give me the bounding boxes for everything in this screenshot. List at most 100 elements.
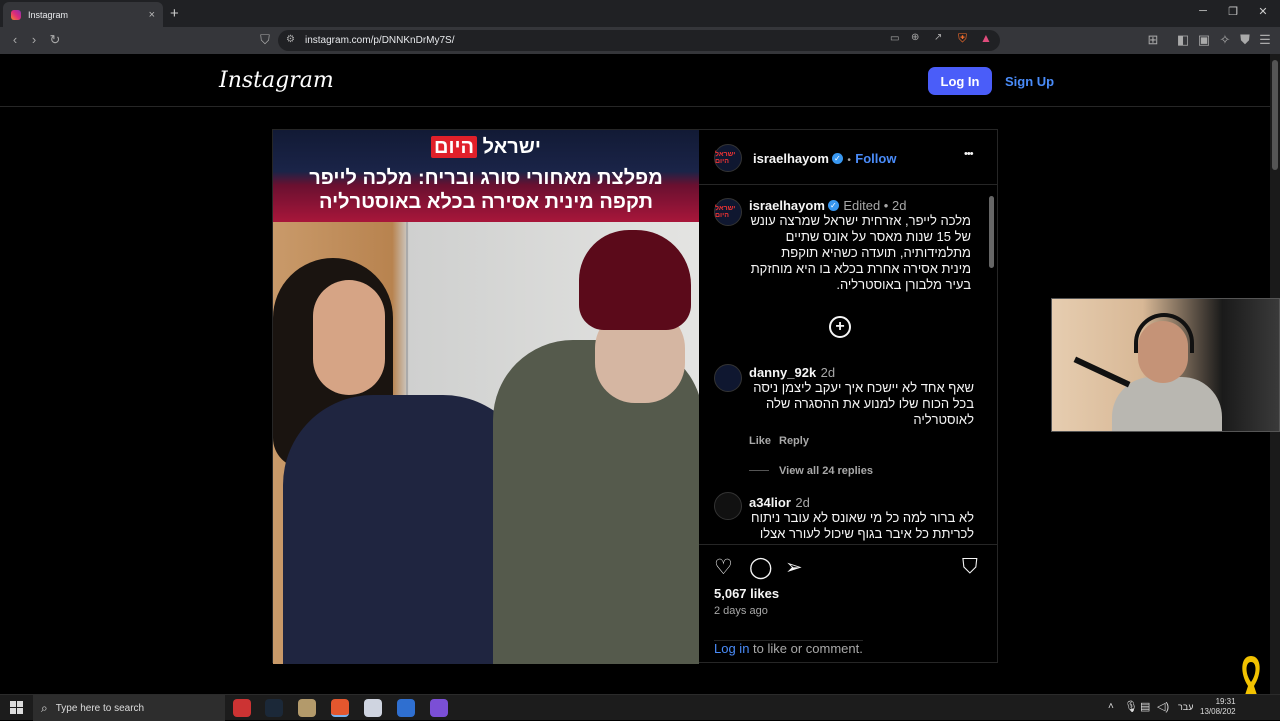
browser-tab-bar: Instagram × + ─ ❐ ✕ bbox=[0, 0, 1280, 27]
caption-meta: Edited • 2d bbox=[843, 198, 907, 213]
zoom-icon[interactable]: ⊕ bbox=[911, 32, 919, 43]
woman-hat bbox=[579, 230, 691, 330]
windows-taskbar: ⌕ Type here to search ˄ 🎙 ▤ ◁) עבר 19:31… bbox=[0, 694, 1280, 721]
comment-age: 2d bbox=[820, 365, 836, 380]
post-header: ישראל היום israelhayom ✓ • Follow ••• bbox=[699, 130, 998, 185]
reply-link[interactable]: Reply bbox=[779, 435, 809, 447]
share-paper-plane-icon[interactable]: ➢ bbox=[785, 555, 803, 580]
clock-time: 19:31 bbox=[1215, 697, 1236, 706]
like-heart-icon[interactable]: ♡ bbox=[714, 555, 733, 580]
headline-line-2: תקפה מינית אסירה בכלא באוסטרליה bbox=[319, 191, 653, 213]
back-icon[interactable]: ‹ bbox=[6, 32, 24, 47]
brand-highlight: היום bbox=[431, 136, 478, 158]
login-prompt-text: to like or comment. bbox=[749, 641, 863, 656]
post-card: ישראל היום מפלצת מאחורי סורג ובריח: מלכה… bbox=[272, 129, 998, 664]
brand-prefix: ישראל bbox=[482, 136, 541, 158]
follow-button[interactable]: Follow bbox=[855, 151, 896, 166]
image-headline: מפלצת מאחורי סורג ובריח: מלכה לייפר תקפה… bbox=[273, 166, 699, 214]
signup-link[interactable]: Sign Up bbox=[1005, 74, 1054, 89]
tab-close-icon[interactable]: × bbox=[149, 9, 155, 21]
webcam-overlay bbox=[1051, 298, 1280, 432]
share-icon[interactable]: ↗ bbox=[934, 32, 942, 43]
search-placeholder: Type here to search bbox=[55, 702, 145, 714]
site-info-icon[interactable]: ⚙ bbox=[286, 34, 295, 45]
headline-line-1: מפלצת מאחורי סורג ובריח: מלכה לייפר bbox=[309, 167, 663, 189]
comment-username[interactable]: a34lior bbox=[749, 495, 791, 510]
load-more-comments-icon[interactable]: + bbox=[829, 316, 851, 338]
network-tray-icon[interactable]: ▤ bbox=[1140, 700, 1150, 713]
tray-chevron-icon[interactable]: ˄ bbox=[1108, 701, 1114, 712]
more-options-icon[interactable]: ••• bbox=[964, 148, 974, 160]
comments-list[interactable]: ישראל היום israelhayom ✓ Edited • 2d מלכה… bbox=[699, 186, 998, 543]
save-bookmark-icon[interactable]: ⛉ bbox=[962, 555, 978, 579]
caption-username[interactable]: israelhayom bbox=[749, 198, 825, 213]
comment-avatar[interactable] bbox=[714, 492, 742, 520]
vpn-icon[interactable]: ⛊ bbox=[1236, 32, 1254, 48]
taskbar-clock[interactable]: 19:31 13/08/202 bbox=[1200, 697, 1236, 717]
taskbar-app-c-icon[interactable] bbox=[397, 699, 415, 717]
brave-shield-icon[interactable]: ⛨ bbox=[958, 31, 967, 46]
sidebar-icon[interactable]: ◧ bbox=[1174, 32, 1192, 48]
comment-bubble-icon[interactable]: ◯ bbox=[749, 555, 773, 580]
cast-icon[interactable]: ▭ bbox=[890, 33, 899, 44]
bookmark-icon[interactable]: ⛉ bbox=[256, 32, 274, 48]
comment-2-text: לא ברור למה כל מי שאונס לא עובר ניתוח לכ… bbox=[751, 510, 974, 541]
volume-tray-icon[interactable]: ◁) bbox=[1157, 700, 1169, 713]
input-language[interactable]: עבר bbox=[1178, 702, 1193, 712]
comment-age: 2d bbox=[795, 495, 810, 510]
instagram-header: Instagram Log In Sign Up bbox=[0, 54, 1270, 107]
tab-search-icon[interactable]: ⊞ bbox=[1144, 32, 1162, 48]
likes-count[interactable]: 5,067 likes bbox=[714, 586, 779, 601]
taskbar-app-steam-icon[interactable] bbox=[265, 699, 283, 717]
search-icon: ⌕ bbox=[41, 700, 48, 715]
taskbar-app-brave-icon[interactable] bbox=[331, 699, 349, 717]
author-avatar[interactable]: ישראל היום bbox=[714, 144, 742, 172]
headphones-icon bbox=[1134, 313, 1194, 353]
microphone-arm bbox=[1073, 356, 1131, 388]
instagram-favicon-icon bbox=[11, 9, 21, 20]
post-actions: ♡ ◯ ➢ ⛉ 5,067 likes 2 days ago Log in to… bbox=[699, 544, 998, 664]
caption-avatar[interactable]: ישראל היום bbox=[714, 198, 742, 226]
comment-username[interactable]: danny_92k bbox=[749, 365, 816, 380]
address-bar[interactable]: ⚙ instagram.com/p/DNNKnDrMy7S/ ▭ ⊕ ↗ ⛨ ▲ bbox=[278, 30, 1000, 51]
comment-avatar[interactable] bbox=[714, 364, 742, 392]
replies-divider bbox=[749, 470, 769, 471]
follow-separator: • bbox=[847, 155, 851, 166]
restore-icon[interactable]: ❐ bbox=[1218, 5, 1248, 18]
verified-badge-icon: ✓ bbox=[831, 153, 843, 165]
taskbar-app-files-icon[interactable] bbox=[298, 699, 316, 717]
forward-icon[interactable]: › bbox=[25, 32, 43, 47]
wallet-icon[interactable]: ▣ bbox=[1195, 32, 1213, 48]
caption-text: מלכה לייפר, אזרחית ישראל שמרצה עונש של 1… bbox=[750, 213, 971, 292]
close-window-icon[interactable]: ✕ bbox=[1248, 5, 1278, 18]
new-tab-button[interactable]: + bbox=[170, 5, 179, 22]
tab-title: Instagram bbox=[28, 9, 69, 20]
taskbar-app-discord-icon[interactable] bbox=[430, 699, 448, 717]
verified-badge-icon: ✓ bbox=[827, 200, 839, 212]
taskbar-app-shield-icon[interactable] bbox=[364, 699, 382, 717]
like-comment-link[interactable]: Like bbox=[749, 435, 771, 447]
taskbar-app-obs-icon[interactable] bbox=[233, 699, 251, 717]
post-age: 2 days ago bbox=[714, 605, 768, 617]
instagram-logo[interactable]: Instagram bbox=[219, 68, 334, 93]
minimize-icon[interactable]: ─ bbox=[1188, 5, 1218, 17]
tab-instagram[interactable]: Instagram × bbox=[3, 2, 163, 27]
login-link[interactable]: Log in bbox=[714, 641, 749, 656]
microphone-tray-icon[interactable]: 🎙 bbox=[1124, 700, 1138, 713]
menu-icon[interactable]: ☰ bbox=[1256, 32, 1274, 48]
author-line: israelhayom ✓ • Follow bbox=[753, 150, 896, 168]
author-username[interactable]: israelhayom bbox=[753, 151, 829, 166]
windows-start-icon[interactable] bbox=[10, 701, 23, 714]
page-scrollbar-thumb[interactable] bbox=[1272, 60, 1278, 170]
post-side-pane: ישראל היום israelhayom ✓ • Follow ••• ישר… bbox=[699, 130, 998, 664]
reload-icon[interactable]: ↻ bbox=[46, 32, 64, 48]
leo-ai-icon[interactable]: ✧ bbox=[1216, 32, 1234, 48]
taskbar-search[interactable]: ⌕ Type here to search bbox=[33, 695, 225, 721]
view-replies-link[interactable]: View all 24 replies bbox=[779, 465, 873, 477]
brave-rewards-icon[interactable]: ▲ bbox=[980, 31, 992, 45]
login-button[interactable]: Log In bbox=[928, 67, 992, 95]
post-image[interactable]: ישראל היום מפלצת מאחורי סורג ובריח: מלכה… bbox=[273, 130, 699, 664]
comment-1-text: שאף אחד לא יישכח איך יעקב ליצמן ניסה בכל… bbox=[753, 380, 974, 427]
comments-scrollbar-thumb[interactable] bbox=[989, 196, 994, 268]
login-to-comment: Log in to like or comment. bbox=[714, 640, 863, 656]
